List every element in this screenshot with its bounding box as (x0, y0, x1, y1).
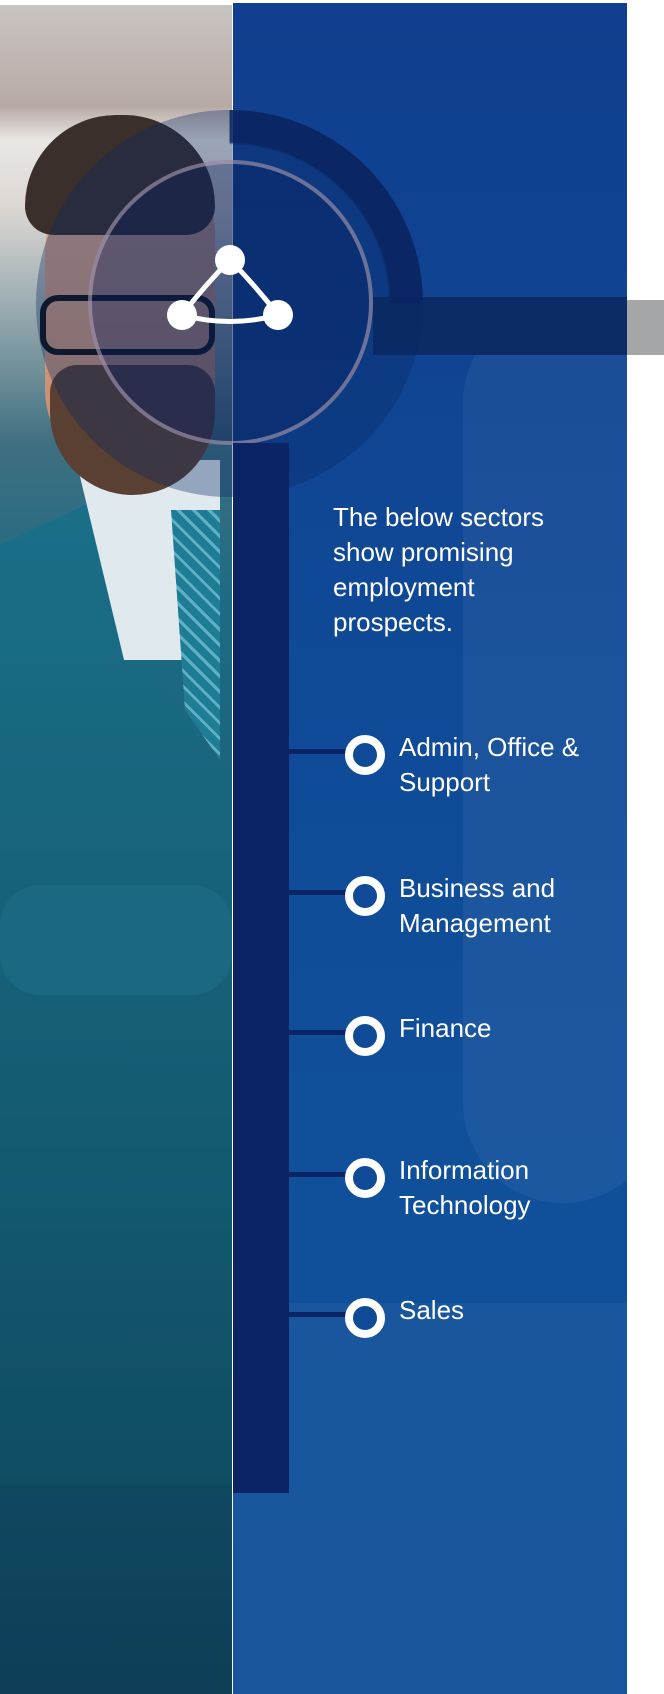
sector-item: Finance (289, 1011, 649, 1091)
sector-label: Information Technology (399, 1155, 531, 1220)
sector-label: Finance (399, 1013, 492, 1043)
sector-connector (289, 1172, 349, 1177)
sector-item: Information Technology (289, 1153, 649, 1233)
header-accent-gray (627, 300, 664, 355)
sector-connector (289, 890, 349, 895)
sector-label: Business and Management (399, 873, 556, 938)
sector-label: Sales (399, 1295, 465, 1325)
intro-text: The below sectors show promising employm… (333, 502, 544, 637)
sector-connector (289, 749, 349, 754)
ring-bullet-icon (345, 876, 385, 916)
sector-label: Admin, Office & Support (399, 732, 580, 797)
sector-item: Admin, Office & Support (289, 730, 649, 810)
ring-bullet-icon (345, 735, 385, 775)
triangle-network-icon (167, 245, 293, 330)
sector-connector (289, 1030, 349, 1035)
sector-connector (289, 1312, 349, 1317)
ring-bullet-icon (345, 1158, 385, 1198)
ring-bullet-icon (345, 1298, 385, 1338)
timeline-spine (233, 443, 289, 1493)
sector-item: Sales (289, 1293, 649, 1373)
ring-bullet-icon (345, 1016, 385, 1056)
sector-item: Business and Management (289, 871, 649, 951)
